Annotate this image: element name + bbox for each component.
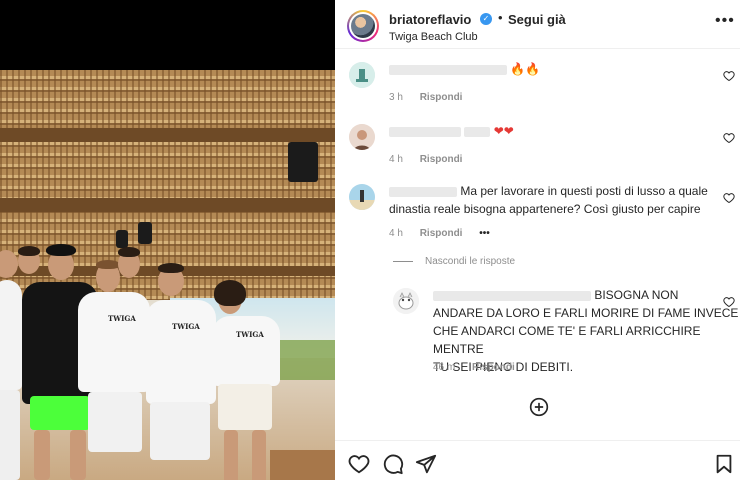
reply-text-line: CHE ANDARCI COME TE' E FARLI ARRICCHIRE … [433,324,701,356]
shirt-logo: TWIGA [236,330,264,339]
photo-stage-light [116,230,128,248]
reply-button[interactable]: Rispondi [420,92,463,103]
photo-beam [0,198,335,212]
reply-meta: 46 m Rispondi [433,362,515,373]
comment-icon[interactable] [382,453,404,475]
redacted-username [433,290,591,301]
post-details-panel: briatoreflavio ✓ • Segui già Twiga Beach… [335,0,740,480]
verified-icon: ✓ [480,13,492,25]
post-header: briatoreflavio ✓ • Segui già Twiga Beach… [335,0,740,49]
reply-text-line: ANDARE DA LORO E FARLI MORIRE DI FAME IN… [433,306,739,320]
heart-icon[interactable] [723,132,735,144]
comment-text: ❤❤ [389,122,514,140]
redacted-username [389,186,457,197]
hide-replies-line [393,260,413,262]
reply-button[interactable]: Rispondi [472,362,515,373]
heart-icon[interactable] [723,192,735,204]
hide-replies-button[interactable]: Nascondi le risposte [393,256,515,267]
like-icon[interactable] [348,453,370,475]
shirt-logo: TWIGA [108,314,136,323]
reply-text-line: BISOGNA NON [594,288,679,302]
photo-table [270,450,335,480]
reply-button[interactable]: Rispondi [420,228,463,239]
photo-stage-light [288,142,318,182]
comment-text: 🔥🔥 [389,60,540,78]
following-button[interactable]: Segui già [508,12,566,27]
commenter-avatar[interactable] [349,62,375,88]
comment-time: 4 h [389,154,403,165]
heart-icon[interactable] [723,70,735,82]
comment-time: 3 h [389,92,403,103]
post-location[interactable]: Twiga Beach Club [389,31,478,43]
replier-avatar[interactable] [393,288,419,314]
comment-more-icon[interactable]: ••• [479,228,490,239]
more-icon[interactable]: ••• [715,12,735,30]
share-icon[interactable] [415,453,437,475]
post-action-bar [335,440,740,480]
reply-time: 46 m [433,362,456,373]
shirt-logo: TWIGA [172,322,200,331]
comment-time: 4 h [389,228,403,239]
reply-button[interactable]: Rispondi [420,154,463,165]
author-avatar[interactable] [347,10,379,42]
redacted-username [389,64,507,75]
comment-emoji: ❤❤ [493,124,514,138]
photo-beam [0,128,335,142]
header-separator: • [498,10,503,25]
photo-stage-light [138,222,152,244]
commenter-avatar[interactable] [349,124,375,150]
comment-meta: 3 h Rispondi [389,92,462,103]
heart-icon[interactable] [723,296,735,308]
comment-text-line: dinastia reale bisogna appartenere? Così… [389,202,701,216]
hide-replies-label: Nascondi le risposte [425,256,516,267]
save-icon[interactable] [713,453,735,475]
comment-emoji: 🔥🔥 [510,62,541,76]
load-more-comments-icon[interactable] [529,397,549,417]
author-username[interactable]: briatoreflavio [389,12,471,27]
comment-text-line: Ma per lavorare in questi posti di lusso… [460,184,708,198]
post-photo[interactable]: TWIGA TWIGA TWIGA [0,70,335,480]
comment-text: Ma per lavorare in questi posti di lusso… [389,182,708,218]
comment-meta: 4 h Rispondi ••• [389,228,490,239]
redacted-text [464,126,491,137]
comment-meta: 4 h Rispondi [389,154,462,165]
commenter-avatar[interactable] [349,184,375,210]
redacted-username [389,126,461,137]
post-photo-panel: TWIGA TWIGA TWIGA [0,0,335,480]
